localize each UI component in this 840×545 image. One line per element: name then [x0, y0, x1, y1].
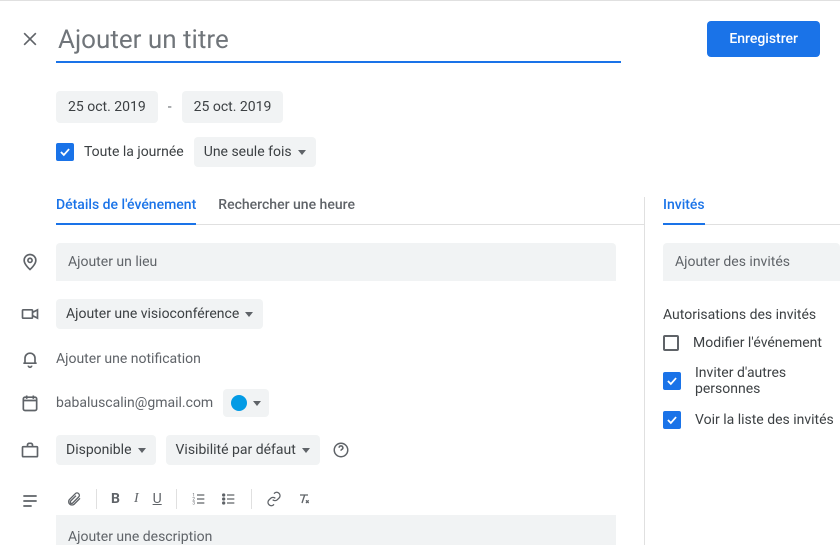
chevron-down-icon: [298, 150, 306, 155]
clear-formatting-icon[interactable]: [296, 491, 312, 507]
color-dot-icon: [231, 395, 247, 411]
calendar-icon: [16, 393, 56, 413]
perm-seelist-checkbox[interactable]: [663, 411, 681, 429]
description-input[interactable]: Ajouter une description: [56, 515, 616, 545]
availability-dropdown[interactable]: Disponible: [56, 435, 156, 465]
date-separator: -: [164, 99, 176, 115]
help-icon[interactable]: [332, 441, 350, 459]
separator: [176, 489, 177, 509]
description-icon: [16, 483, 56, 511]
video-conference-dropdown[interactable]: Ajouter une visioconférence: [56, 299, 263, 329]
bold-icon[interactable]: B: [111, 491, 120, 507]
all-day-checkbox[interactable]: [56, 143, 74, 161]
event-color-dropdown[interactable]: [223, 389, 269, 417]
perm-invite-checkbox[interactable]: [663, 372, 681, 390]
recurrence-dropdown[interactable]: Une seule fois: [194, 137, 316, 167]
chevron-down-icon: [245, 312, 253, 317]
separator: [96, 489, 97, 509]
event-title-input[interactable]: [56, 21, 621, 63]
bell-icon: [16, 349, 56, 369]
chevron-down-icon: [138, 448, 146, 453]
perm-invite-label: Inviter d'autres personnes: [695, 365, 840, 397]
visibility-dropdown[interactable]: Visibilité par défaut: [166, 435, 320, 465]
perm-seelist-label: Voir la liste des invités: [695, 412, 834, 428]
add-guests-input[interactable]: [663, 243, 840, 281]
start-date-chip[interactable]: 25 oct. 2019: [56, 91, 158, 123]
visibility-label: Visibilité par défaut: [176, 442, 296, 458]
bullet-list-icon[interactable]: [221, 491, 237, 507]
all-day-label: Toute la journée: [84, 144, 184, 160]
attachment-icon[interactable]: [66, 491, 82, 507]
briefcase-icon: [16, 440, 56, 460]
tab-find-time[interactable]: Rechercher une heure: [218, 197, 355, 224]
video-conference-label: Ajouter une visioconférence: [66, 306, 239, 322]
guest-permissions-title: Autorisations des invités: [663, 307, 840, 323]
perm-modify-checkbox[interactable]: [663, 335, 679, 351]
chevron-down-icon: [302, 448, 310, 453]
add-notification-button[interactable]: Ajouter une notification: [56, 347, 201, 371]
location-icon: [16, 252, 56, 272]
separator: [251, 489, 252, 509]
tab-event-details[interactable]: Détails de l'événement: [56, 197, 196, 225]
tab-guests[interactable]: Invités: [663, 197, 705, 225]
video-icon: [16, 304, 56, 324]
perm-modify-label: Modifier l'événement: [693, 335, 822, 351]
underline-icon[interactable]: U: [153, 491, 162, 507]
chevron-down-icon: [253, 401, 261, 406]
location-input[interactable]: [56, 243, 616, 281]
recurrence-label: Une seule fois: [204, 144, 292, 160]
numbered-list-icon[interactable]: 123: [191, 491, 207, 507]
save-button[interactable]: Enregistrer: [707, 21, 820, 57]
end-date-chip[interactable]: 25 oct. 2019: [182, 91, 284, 123]
link-icon[interactable]: [266, 491, 282, 507]
close-icon[interactable]: [20, 29, 40, 49]
calendar-owner-email: babaluscalin@gmail.com: [56, 391, 213, 415]
svg-text:3: 3: [192, 500, 195, 506]
availability-label: Disponible: [66, 442, 132, 458]
italic-icon[interactable]: I: [134, 491, 139, 507]
